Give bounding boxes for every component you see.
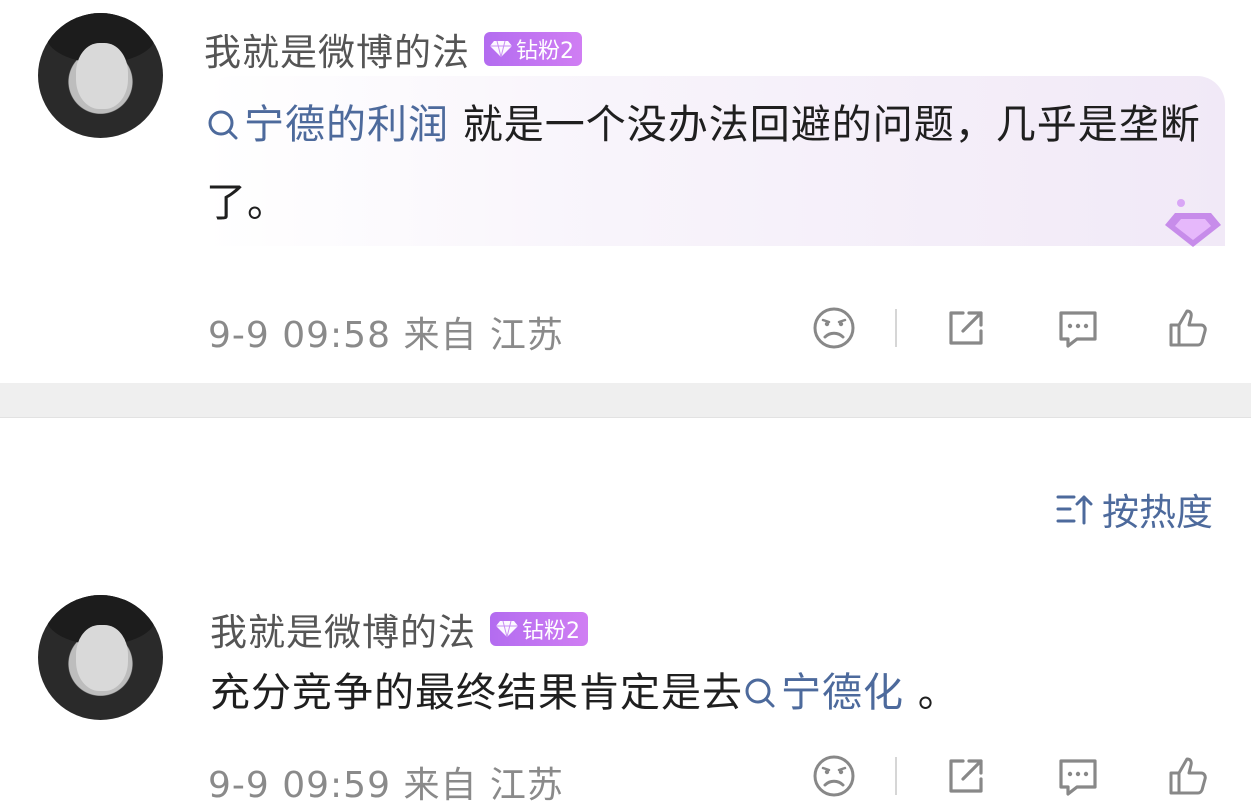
share-icon bbox=[949, 311, 983, 345]
diamond-icon bbox=[1165, 199, 1221, 247]
comment-text: 宁德的利润 就是一个没办法回避的问题，几乎是垄断了。 bbox=[206, 86, 1206, 242]
sort-toggle[interactable]: 按热度 bbox=[1054, 482, 1213, 536]
avatar[interactable] bbox=[38, 595, 163, 720]
avatar[interactable] bbox=[38, 13, 163, 138]
topic-link[interactable]: 宁德化 bbox=[743, 670, 904, 716]
comment-button[interactable] bbox=[1055, 753, 1101, 799]
sad-face-icon bbox=[813, 755, 855, 797]
comment-body: 充分竞争的最终结果肯定是去 bbox=[210, 670, 743, 716]
share-button[interactable] bbox=[943, 305, 989, 351]
sort-label: 按热度 bbox=[1102, 491, 1213, 534]
timestamp: 9-9 09:59 bbox=[208, 765, 391, 806]
comment-actions bbox=[811, 753, 1211, 799]
like-button[interactable] bbox=[1165, 305, 1211, 351]
like-icon bbox=[1169, 757, 1207, 795]
comment-icon bbox=[1059, 759, 1097, 796]
dislike-button[interactable] bbox=[811, 305, 857, 351]
diamond-icon bbox=[496, 620, 518, 638]
comment-text: 充分竞争的最终结果肯定是去 宁德化 。 bbox=[210, 656, 1210, 730]
badge-label: 钻粉2 bbox=[522, 619, 580, 644]
topic-link[interactable]: 宁德的利润 bbox=[206, 102, 449, 148]
sort-icon bbox=[1056, 495, 1093, 525]
divider bbox=[895, 757, 897, 795]
user-header: 我就是微博的法 钻粉2 bbox=[210, 602, 588, 656]
comment-meta: 9-9 09:58 来自 江苏 bbox=[208, 306, 564, 358]
share-icon bbox=[949, 759, 983, 793]
username[interactable]: 我就是微博的法 bbox=[210, 602, 476, 656]
divider bbox=[895, 309, 897, 347]
section-divider bbox=[0, 383, 1251, 418]
badge-label: 钻粉2 bbox=[516, 39, 574, 64]
location: 来自 江苏 bbox=[403, 315, 564, 356]
username[interactable]: 我就是微博的法 bbox=[204, 22, 470, 76]
location: 来自 江苏 bbox=[403, 765, 564, 806]
comment-body-end: 。 bbox=[904, 670, 959, 716]
sad-face-icon bbox=[813, 307, 855, 349]
comment-actions bbox=[811, 305, 1211, 351]
like-icon bbox=[1169, 309, 1207, 347]
comment-meta: 9-9 09:59 来自 江苏 bbox=[208, 756, 564, 808]
comment-icon bbox=[1059, 311, 1097, 348]
like-button[interactable] bbox=[1165, 753, 1211, 799]
timestamp: 9-9 09:58 bbox=[208, 315, 391, 356]
search-icon bbox=[208, 110, 238, 140]
topic-label: 宁德化 bbox=[781, 670, 904, 716]
fan-badge[interactable]: 钻粉2 bbox=[484, 32, 582, 66]
comment-button[interactable] bbox=[1055, 305, 1101, 351]
search-icon bbox=[745, 678, 775, 708]
fan-badge[interactable]: 钻粉2 bbox=[490, 612, 588, 646]
share-button[interactable] bbox=[943, 753, 989, 799]
comment-card: 我就是微博的法 钻粉2 宁德的利润 就是一个没办法回避的问题，几乎是垄断了。 9… bbox=[0, 0, 1251, 383]
dislike-button[interactable] bbox=[811, 753, 857, 799]
diamond-icon bbox=[490, 40, 512, 58]
user-header: 我就是微博的法 钻粉2 bbox=[204, 22, 582, 76]
topic-label: 宁德的利润 bbox=[244, 102, 449, 148]
